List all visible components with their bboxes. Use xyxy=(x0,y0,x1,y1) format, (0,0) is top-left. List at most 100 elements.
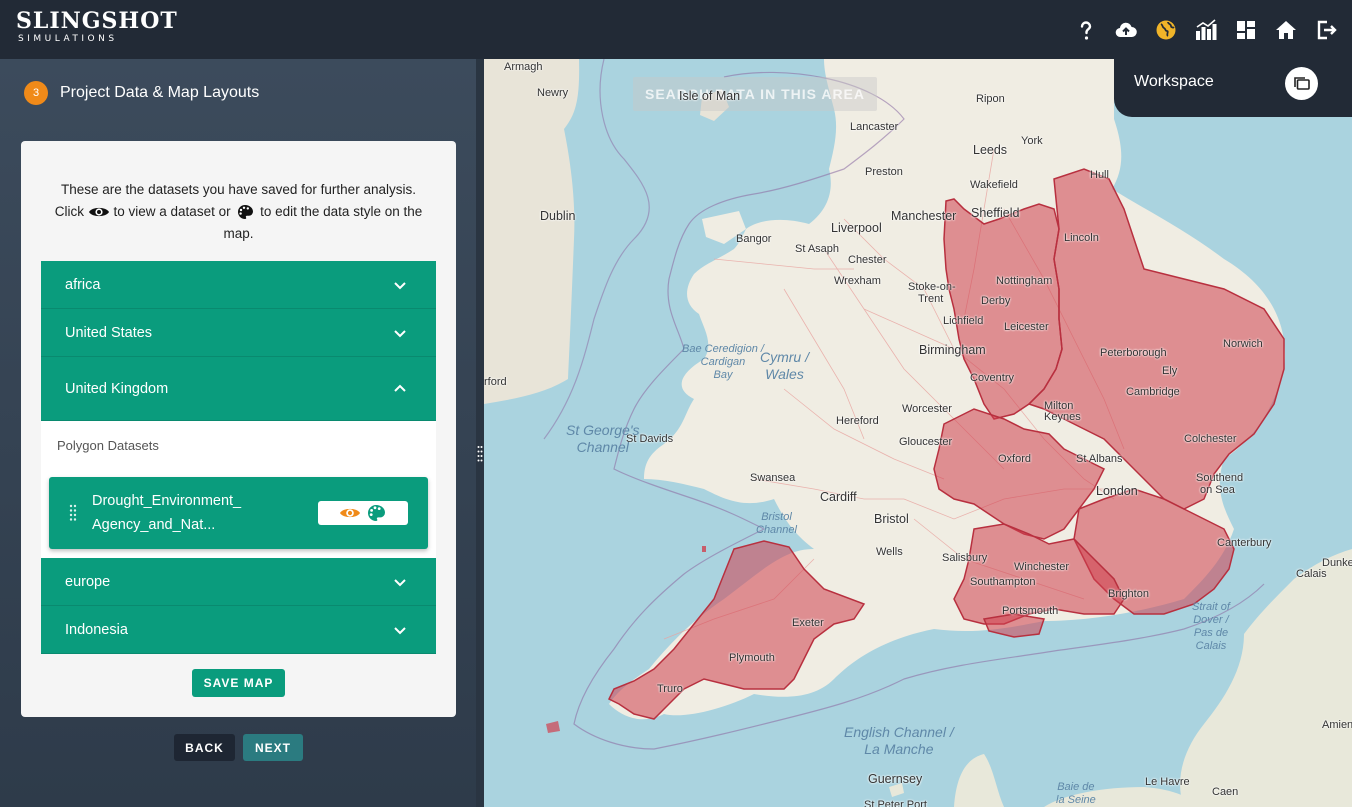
chevron-up-icon xyxy=(394,384,406,392)
map-label: Birmingham xyxy=(919,343,986,357)
sea-label: Cymru / Wales xyxy=(760,349,809,382)
logo-sub: SIMULATIONS xyxy=(18,34,118,44)
workspace-panel: Workspace xyxy=(1114,59,1352,117)
edit-style-button[interactable] xyxy=(365,503,387,523)
logo-main: SLINGSHOT xyxy=(16,8,178,34)
map-label: Salisbury xyxy=(942,552,988,564)
group-europe[interactable]: europe xyxy=(41,558,436,606)
group-united-kingdom[interactable]: United Kingdom xyxy=(41,357,436,421)
map-label: Plymouth xyxy=(729,652,775,664)
group-indonesia[interactable]: Indonesia xyxy=(41,606,436,654)
map-label: Isle of Man xyxy=(679,89,741,103)
logo[interactable]: SLINGSHOT SIMULATIONS xyxy=(16,9,178,45)
intro-text: These are the datasets you have saved fo… xyxy=(51,179,426,245)
palette-icon xyxy=(234,204,256,220)
dashboard-icon[interactable] xyxy=(1234,18,1258,42)
view-dataset-button[interactable] xyxy=(339,503,361,523)
map-label: York xyxy=(1021,135,1043,147)
group-united-kingdom-body: Polygon Datasets Drought_Environment_ Ag… xyxy=(41,421,436,558)
map-label: London xyxy=(1096,484,1138,498)
map-label: Portsmouth xyxy=(1002,605,1059,617)
analytics-icon[interactable] xyxy=(1194,18,1218,42)
cloud-upload-icon[interactable] xyxy=(1114,18,1138,42)
map-label: Le Havre xyxy=(1145,776,1190,788)
home-icon[interactable] xyxy=(1274,18,1298,42)
map-label: Keynes xyxy=(1044,411,1081,423)
land-ireland xyxy=(484,59,580,404)
help-icon[interactable] xyxy=(1074,18,1098,42)
back-button[interactable]: BACK xyxy=(174,734,235,761)
dataset-item[interactable]: Drought_Environment_ Agency_and_Nat... xyxy=(49,477,428,549)
map-label: Truro xyxy=(657,683,683,695)
polygon-datasets-label: Polygon Datasets xyxy=(57,438,159,453)
map-label: Ely xyxy=(1162,365,1178,377)
map-label: Wakefield xyxy=(970,179,1018,191)
map-label: Ripon xyxy=(976,93,1005,105)
map-label: Manchester xyxy=(891,209,957,223)
group-united-states[interactable]: United States xyxy=(41,309,436,357)
step-number-badge: 3 xyxy=(24,81,48,105)
map-label: Leeds xyxy=(973,143,1008,157)
group-label: United Kingdom xyxy=(65,380,169,397)
map-label: Southend xyxy=(1196,472,1244,484)
map-label: Lichfield xyxy=(943,315,984,327)
save-map-button[interactable]: SAVE MAP xyxy=(192,669,285,697)
logout-icon[interactable] xyxy=(1314,18,1338,42)
map-view[interactable]: SEARCH DATA IN THIS AREA Armagh Newry Is… xyxy=(484,59,1352,807)
map-label: Chester xyxy=(848,254,887,266)
chevron-down-icon xyxy=(394,329,406,337)
map-label: Guernsey xyxy=(868,772,923,786)
folders-icon xyxy=(1293,76,1310,90)
map-label: Preston xyxy=(865,166,903,178)
workspace-button[interactable] xyxy=(1285,67,1318,100)
map-label: Wells xyxy=(876,546,903,558)
map-label: rford xyxy=(484,376,507,388)
map-label: Derby xyxy=(981,295,1011,307)
land-cotentin xyxy=(954,754,1004,807)
next-button[interactable]: NEXT xyxy=(243,734,303,761)
sea-label: St George's Channel xyxy=(566,422,640,455)
map-label: Liverpool xyxy=(831,221,882,235)
group-label: United States xyxy=(65,324,153,341)
map-label: Stoke-on- xyxy=(908,281,956,293)
map-label: Gloucester xyxy=(899,436,953,448)
workspace-label: Workspace xyxy=(1134,73,1214,90)
group-label: europe xyxy=(65,573,111,590)
map-label: Sheffield xyxy=(971,206,1020,220)
map-label: Bristol xyxy=(874,512,909,526)
globe-icon[interactable] xyxy=(1154,18,1178,42)
map-label: Hereford xyxy=(836,415,879,427)
map-label: Armagh xyxy=(504,61,543,73)
map-label: Amien xyxy=(1322,719,1352,731)
search-area-button[interactable]: SEARCH DATA IN THIS AREA xyxy=(633,77,877,111)
map-label: Lancaster xyxy=(850,121,899,133)
map-label: Dunke xyxy=(1322,557,1352,569)
palette-icon xyxy=(368,505,385,521)
chevron-down-icon xyxy=(394,578,406,586)
map-label: Brighton xyxy=(1108,588,1149,600)
map-label: Trent xyxy=(918,293,944,305)
dataset-groups: africa United States United Kingdom Poly… xyxy=(41,261,436,654)
land-scilly xyxy=(546,721,560,733)
dataset-actions xyxy=(318,501,408,525)
sea-label: Bristol Channel xyxy=(756,511,797,536)
map-label: Exeter xyxy=(792,617,824,629)
splitter-handle-icon[interactable] xyxy=(477,445,483,463)
land-lundy xyxy=(702,546,706,552)
sea-label: Baie de la Seine xyxy=(1056,781,1096,806)
map-label: Peterborough xyxy=(1100,347,1167,359)
map-label: Worcester xyxy=(902,403,952,415)
map-label: Winchester xyxy=(1014,561,1070,573)
map-label: Oxford xyxy=(998,453,1032,465)
map-label: St Peter Port xyxy=(864,799,927,807)
panel-splitter[interactable] xyxy=(476,59,484,807)
group-label: africa xyxy=(65,276,101,293)
dataset-name: Drought_Environment_ Agency_and_Nat... xyxy=(92,493,242,533)
chevron-down-icon xyxy=(394,626,406,634)
map-label: Colchester xyxy=(1184,433,1237,445)
top-toolbar xyxy=(1074,16,1338,44)
group-africa[interactable]: africa xyxy=(41,261,436,309)
map-label: St Albans xyxy=(1076,453,1123,465)
eye-icon xyxy=(88,204,110,220)
drag-handle-icon[interactable] xyxy=(68,503,78,523)
